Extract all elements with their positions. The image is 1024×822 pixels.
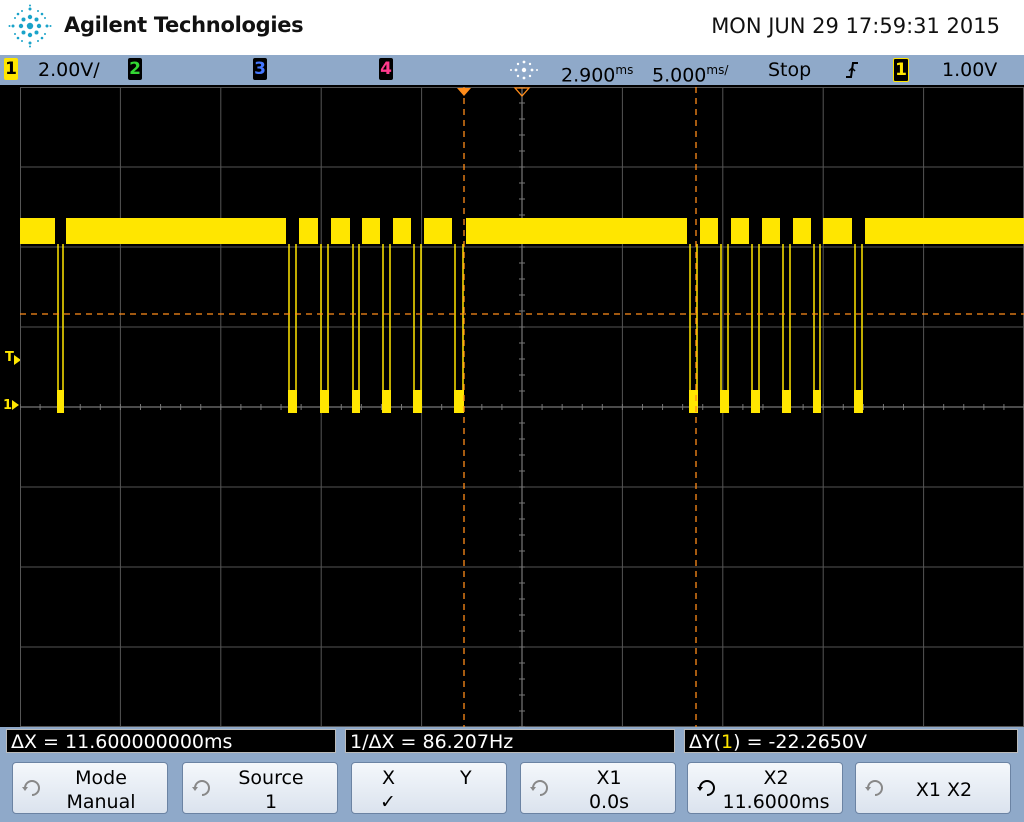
trace-low-pulse [751, 390, 760, 413]
instrument-header: Agilent Technologies MON JUN 29 17:59:31… [0, 0, 1024, 55]
channel-4-badge[interactable]: 4 [379, 58, 393, 80]
channel-2-badge[interactable]: 2 [128, 58, 142, 80]
datetime-display: MON JUN 29 17:59:31 2015 [711, 14, 1000, 38]
trace-high-segment [299, 218, 318, 244]
trace-low-pulse [813, 390, 821, 413]
graticule [20, 87, 1024, 727]
trace-low-pulse [454, 390, 464, 413]
trace-high-segment [700, 218, 718, 244]
trace-high-segment [793, 218, 811, 244]
trace-low-pulse [720, 390, 729, 413]
channel-1-scale: 2.00V/ [38, 59, 100, 81]
trigger-level-marker: T [5, 350, 21, 365]
delta-x-readout: ΔX = 11.600000000ms [6, 729, 336, 753]
agilent-logo-icon [8, 4, 52, 48]
trace-low-pulse [57, 390, 64, 413]
trace-low-pulse [382, 390, 391, 413]
x2-cursor-softkey[interactable]: X2 11.6000ms [687, 762, 843, 814]
waveform-canvas [20, 87, 1024, 727]
brand-name: Agilent Technologies [64, 13, 304, 37]
trace-low-pulse [854, 390, 863, 413]
x1-x2-softkey[interactable]: X1 X2 [855, 762, 1011, 814]
trace-high-segment [865, 218, 1024, 244]
trace-high-segment [66, 218, 286, 244]
trace-high-segment [393, 218, 411, 244]
run-state[interactable]: Stop [768, 58, 811, 82]
trigger-edge-icon [846, 62, 858, 78]
trigger-level[interactable]: 1.00V [942, 58, 997, 82]
trace-high-segment [20, 218, 55, 244]
trace-high-segment [362, 218, 380, 244]
trace-low-pulse [320, 390, 329, 413]
delay-icon [510, 60, 538, 80]
trigger-source-badge[interactable]: 1 [893, 58, 909, 82]
trace-high-segment [731, 218, 749, 244]
xy-softkey[interactable]: X Y ✓ [351, 762, 507, 814]
waveform-display[interactable] [20, 87, 1024, 727]
trace-low-pulse [288, 390, 297, 413]
source-softkey[interactable]: Source 1 [182, 762, 338, 814]
status-bar: 1 2.00V/ 2 3 4 2.900ms 5.000ms/ Stop 1 1… [0, 55, 1024, 86]
trace-high-segment [466, 218, 687, 244]
time-scale[interactable]: 5.000ms/ [652, 58, 728, 86]
inverse-delta-x-readout: 1/ΔX = 86.207Hz [345, 729, 675, 753]
trace-high-segment [331, 218, 350, 244]
cursor-readouts: ΔX = 11.600000000ms 1/ΔX = 86.207Hz ΔY(1… [0, 727, 1024, 757]
trace-low-pulse [689, 390, 698, 413]
trigger-position-marker [457, 88, 471, 96]
trace-high-segment [762, 218, 780, 244]
trace-low-pulse [782, 390, 791, 413]
softkey-bar: Mode Manual Source 1 X Y ✓ X1 0.0s X2 11… [0, 757, 1024, 822]
trace-low-pulse [352, 390, 360, 413]
mode-softkey[interactable]: Mode Manual [12, 762, 168, 814]
delta-y-readout: ΔY(1) = -22.2650V [684, 729, 1018, 753]
channel-3-badge[interactable]: 3 [253, 58, 267, 80]
x1-cursor-softkey[interactable]: X1 0.0s [520, 762, 676, 814]
channel-1-ground-marker: 1 [3, 398, 20, 413]
trace-low-pulse [413, 390, 422, 413]
trace-high-segment [823, 218, 852, 244]
x-selected-check: ✓ [380, 791, 396, 813]
time-delay[interactable]: 2.900ms [561, 58, 633, 86]
channel-1-badge[interactable]: 1 [4, 58, 18, 80]
trace-high-segment [424, 218, 452, 244]
